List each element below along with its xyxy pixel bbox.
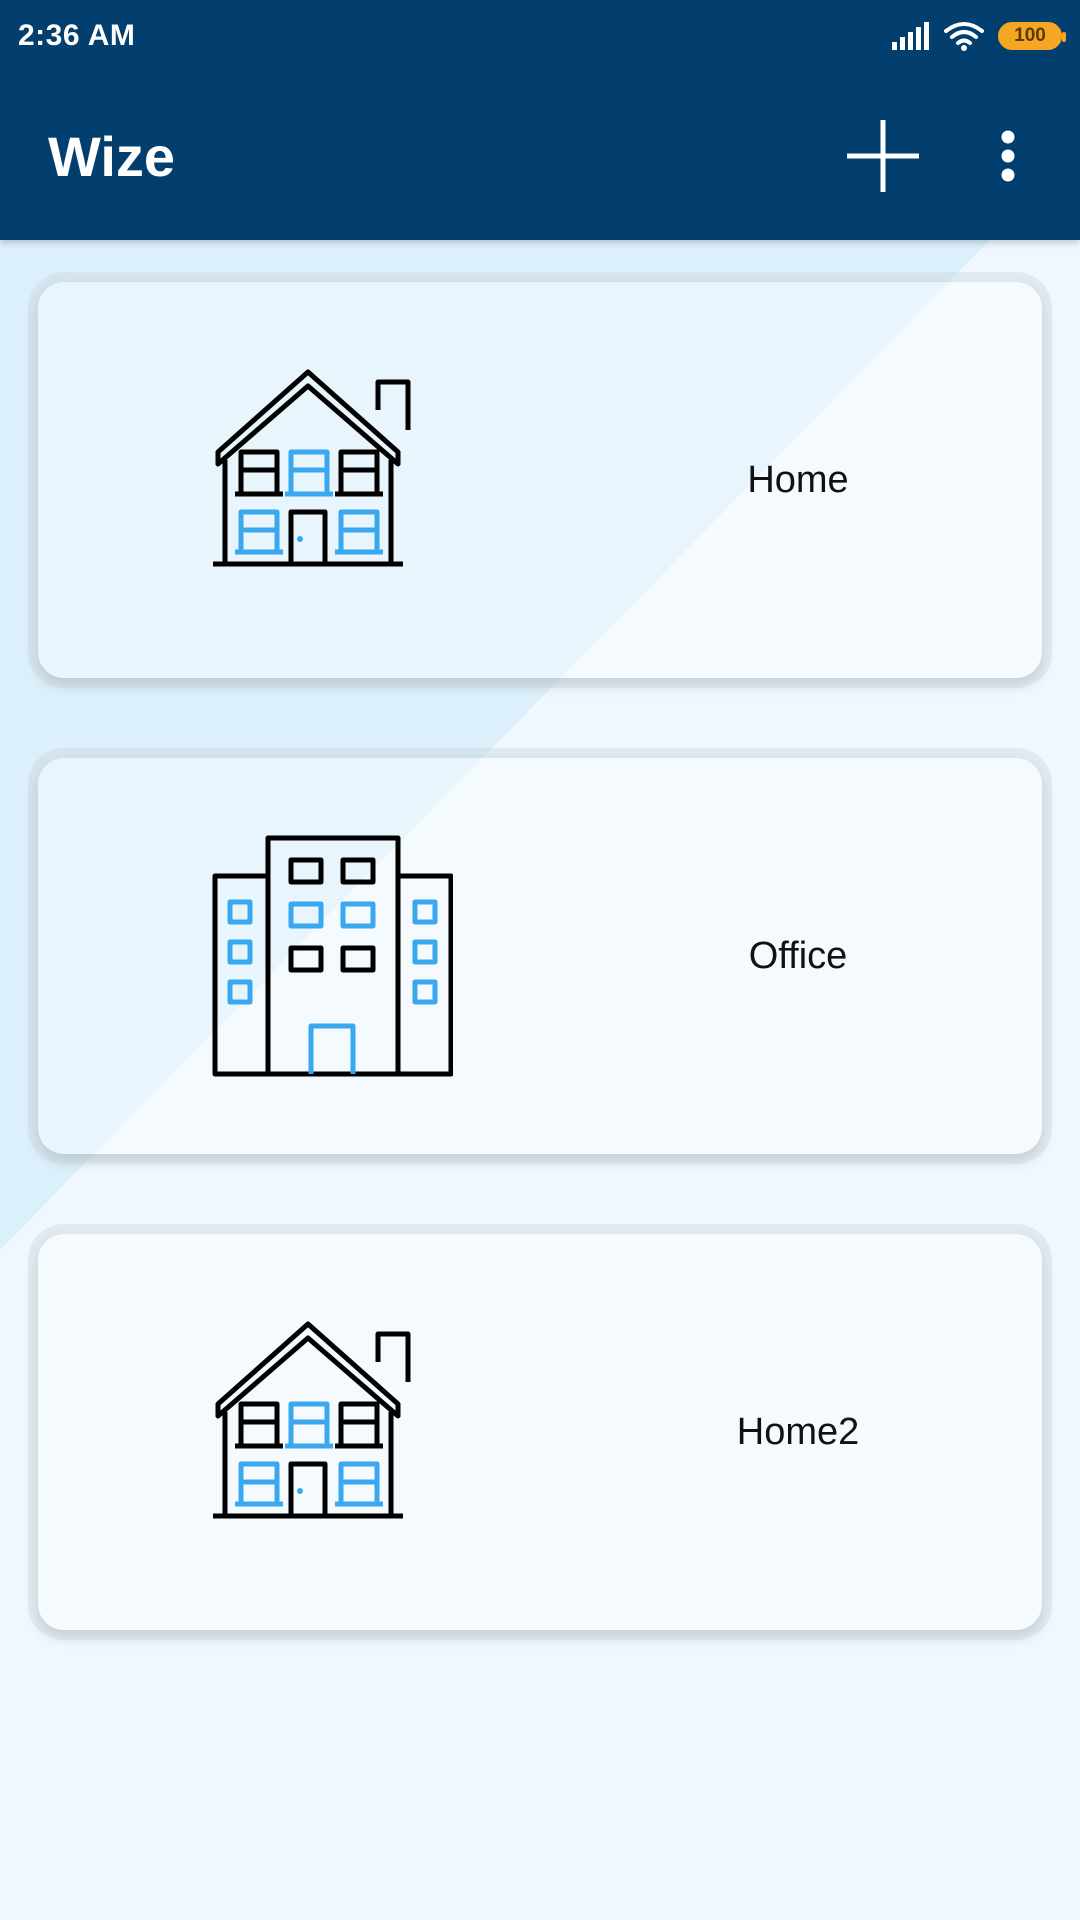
signal-bars-icon [892, 22, 929, 50]
app-bar: Wize [0, 72, 1080, 240]
app-title: Wize [48, 124, 176, 188]
office-building-icon [212, 835, 453, 1077]
location-label: Home2 [736, 1410, 860, 1453]
overflow-menu-button[interactable] [988, 111, 1028, 201]
location-card-home[interactable]: Home [38, 282, 1042, 678]
battery-level: 100 [1014, 25, 1046, 46]
location-label: Office [748, 934, 848, 977]
add-location-button[interactable] [838, 111, 928, 201]
plus-icon [847, 120, 919, 192]
more-vertical-icon [1001, 130, 1015, 182]
location-card-office[interactable]: Office [38, 758, 1042, 1154]
status-bar: 2:36 AM 100 [0, 0, 1080, 72]
battery-indicator: 100 [998, 22, 1066, 50]
location-label: Home [747, 458, 849, 501]
house-icon [213, 1321, 411, 1519]
app-actions [838, 111, 1032, 201]
house-icon [213, 369, 411, 567]
wifi-icon [944, 22, 984, 51]
location-card-home2[interactable]: Home2 [38, 1234, 1042, 1630]
status-time: 2:36 AM [18, 19, 136, 52]
status-icons: 100 [890, 21, 1066, 51]
